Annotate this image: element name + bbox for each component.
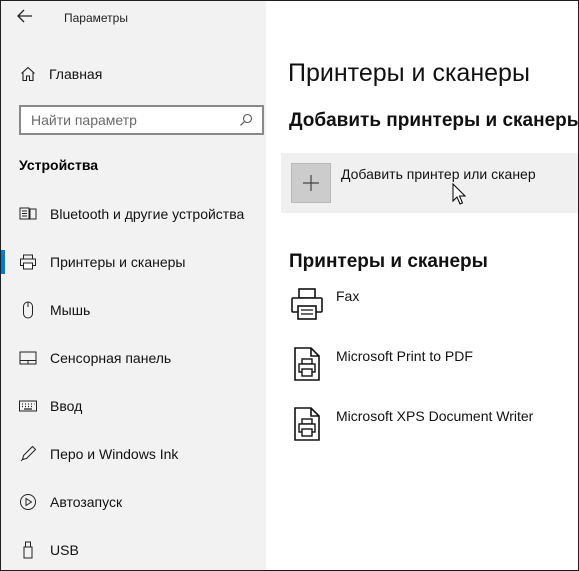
sidebar-item-touchpad[interactable]: Сенсорная панель: [1, 334, 266, 382]
sidebar-item-label: Автозапуск: [50, 494, 123, 510]
sidebar-item-typing[interactable]: Ввод: [1, 382, 266, 430]
plus-icon: [291, 163, 331, 203]
page-title: Принтеры и сканеры: [288, 59, 530, 87]
sidebar-item-label: Мышь: [50, 302, 91, 318]
back-button[interactable]: [11, 6, 39, 30]
sidebar-item-label: Ввод: [50, 398, 83, 414]
add-printers-heading: Добавить принтеры и сканеры: [289, 110, 579, 131]
titlebar: Параметры: [1, 1, 266, 35]
document-printer-icon: [289, 345, 325, 383]
sidebar-item-autoplay[interactable]: Автозапуск: [1, 478, 266, 526]
printer-list: Fax Microsoft Print to PDF Microsoft XPS…: [289, 285, 578, 465]
sidebar-item-printers[interactable]: Принтеры и сканеры: [1, 238, 266, 286]
keyboard-icon: [19, 397, 37, 415]
autoplay-icon: [19, 493, 37, 511]
sidebar-item-label: Bluetooth и другие устройства: [50, 206, 245, 222]
mouse-icon: [19, 301, 37, 319]
sidebar-item-label: USB: [50, 542, 79, 558]
sidebar-item-pen[interactable]: Перо и Windows Ink: [1, 430, 266, 478]
sidebar-home[interactable]: Главная: [1, 59, 266, 89]
sidebar: Параметры Главная Устройства Bluetooth и…: [1, 1, 266, 570]
usb-icon: [19, 541, 37, 559]
main-content: Принтеры и сканеры Добавить принтеры и с…: [266, 1, 578, 570]
printers-heading: Принтеры и сканеры: [289, 251, 488, 272]
printer-item-fax[interactable]: Fax: [289, 285, 578, 345]
back-arrow-icon: [17, 9, 33, 28]
sidebar-item-mouse[interactable]: Мышь: [1, 286, 266, 334]
printer-name: Microsoft Print to PDF: [336, 348, 473, 364]
printer-icon: [19, 253, 37, 271]
printer-item-pdf[interactable]: Microsoft Print to PDF: [289, 345, 578, 405]
printer-item-xps[interactable]: Microsoft XPS Document Writer: [289, 405, 578, 465]
bluetooth-devices-icon: [19, 205, 37, 223]
sidebar-nav: Bluetooth и другие устройства Принтеры и…: [1, 190, 266, 570]
search-box[interactable]: [19, 105, 264, 135]
sidebar-item-label: Принтеры и сканеры: [50, 254, 186, 270]
search-icon[interactable]: [234, 108, 258, 132]
fax-printer-icon: [289, 285, 325, 323]
section-title: Устройства: [19, 157, 99, 173]
add-printer-button[interactable]: Добавить принтер или сканер: [281, 153, 578, 213]
touchpad-icon: [19, 349, 37, 367]
settings-window: Параметры Главная Устройства Bluetooth и…: [0, 0, 579, 571]
sidebar-item-label: Перо и Windows Ink: [50, 446, 179, 462]
mouse-pointer-icon: [452, 182, 467, 205]
printer-name: Microsoft XPS Document Writer: [336, 408, 534, 424]
pen-icon: [19, 445, 37, 463]
search-input[interactable]: [21, 112, 234, 128]
sidebar-item-usb[interactable]: USB: [1, 526, 266, 570]
app-title: Параметры: [64, 11, 128, 25]
document-printer-icon: [289, 405, 325, 443]
home-icon: [19, 65, 37, 83]
home-label: Главная: [49, 66, 103, 82]
sidebar-item-label: Сенсорная панель: [50, 350, 172, 366]
printer-name: Fax: [336, 288, 360, 304]
sidebar-item-bluetooth[interactable]: Bluetooth и другие устройства: [1, 190, 266, 238]
add-printer-label: Добавить принтер или сканер: [341, 166, 536, 182]
